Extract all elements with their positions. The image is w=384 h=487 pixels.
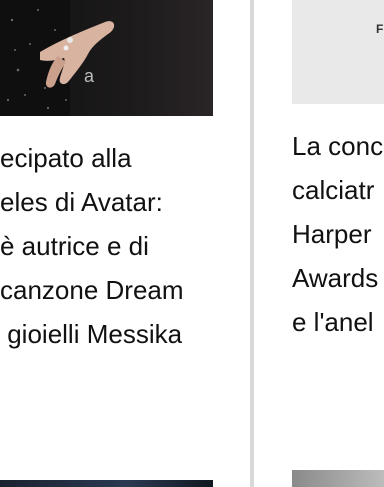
caption-line: ecipato alla [0, 143, 132, 173]
column-divider [250, 0, 254, 487]
caption-line: gioielli Messika [0, 319, 183, 349]
image-logo-letter: F [376, 22, 384, 36]
article-image-left[interactable]: a [0, 0, 213, 116]
hand-photo: a [0, 0, 115, 116]
article-card-left[interactable]: a ecipato alla eles di Avatar: è autrice… [0, 0, 244, 487]
svg-text:a: a [84, 66, 95, 86]
caption-line: eles di Avatar: [0, 187, 163, 217]
caption-line: canzone Dream [0, 275, 184, 305]
caption-line: e l'anel [292, 307, 374, 337]
next-article-image-left[interactable] [0, 480, 213, 487]
caption-line: Awards [292, 263, 379, 293]
caption-line: calciatr [292, 175, 375, 205]
next-article-image-right[interactable] [292, 470, 384, 487]
caption-line: Harper [292, 219, 372, 249]
caption-line: La conc [292, 131, 384, 161]
article-caption-left[interactable]: ecipato alla eles di Avatar: è autrice e… [0, 136, 184, 356]
article-image-right[interactable] [292, 0, 384, 104]
article-caption-right[interactable]: La conc calciatr Harper Awards e l'anel [292, 124, 383, 344]
caption-line: è autrice e di [0, 231, 149, 261]
